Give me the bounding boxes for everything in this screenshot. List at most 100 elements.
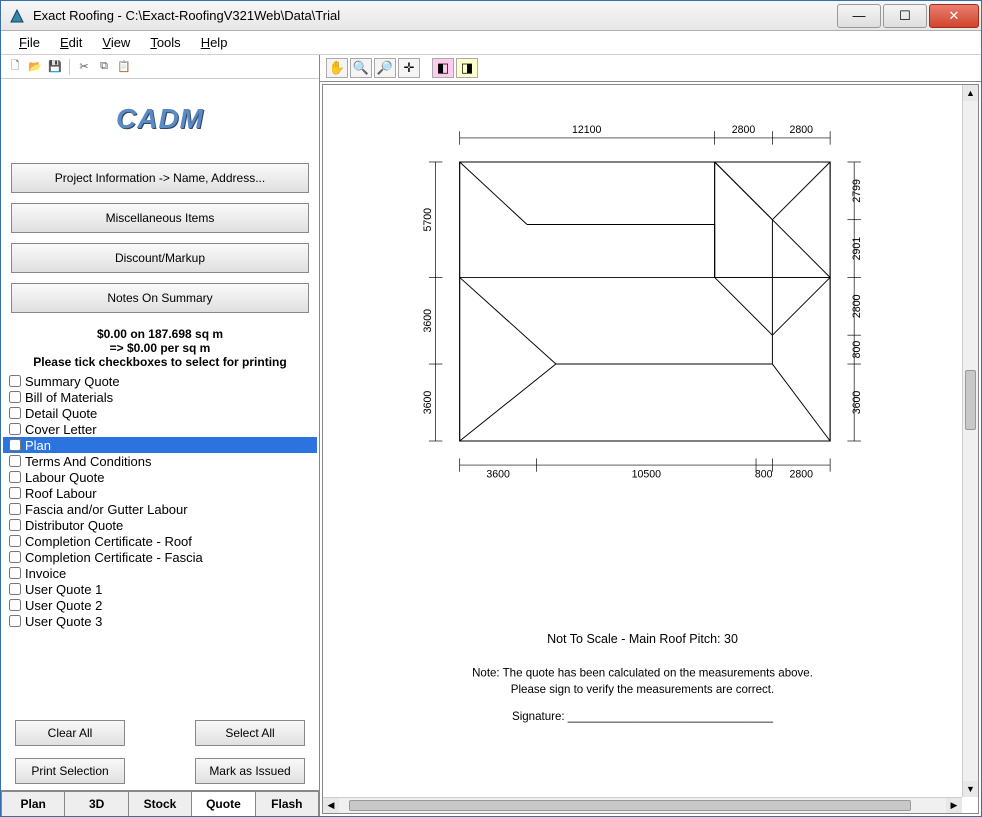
svg-text:2800: 2800 (851, 294, 863, 318)
tab-plan[interactable]: Plan (1, 791, 64, 816)
checklist-checkbox[interactable] (9, 455, 21, 467)
checklist-checkbox[interactable] (9, 551, 21, 563)
checklist-label: Fascia and/or Gutter Labour (25, 502, 188, 517)
checklist-item[interactable]: Detail Quote (3, 405, 317, 421)
checklist-label: User Quote 3 (25, 614, 102, 629)
checklist-label: Completion Certificate - Fascia (25, 550, 203, 565)
checklist-item[interactable]: User Quote 1 (3, 581, 317, 597)
checklist-label: Distributor Quote (25, 518, 123, 533)
checklist-checkbox[interactable] (9, 567, 21, 579)
tab-3d[interactable]: 3D (64, 791, 127, 816)
svg-text:3600: 3600 (422, 391, 434, 415)
checklist-label: Invoice (25, 566, 66, 581)
minimize-button[interactable]: — (837, 4, 881, 28)
crosshair-icon[interactable]: ✛ (398, 58, 420, 78)
zoom-out-icon[interactable]: 🔎 (374, 58, 396, 78)
checklist-item[interactable]: Plan (3, 437, 317, 453)
save-icon[interactable]: 💾 (47, 59, 63, 75)
horizontal-scrollbar[interactable]: ◀ ▶ (323, 797, 962, 813)
checklist-item[interactable]: Completion Certificate - Roof (3, 533, 317, 549)
misc-items-button[interactable]: Miscellaneous Items (11, 203, 309, 233)
checklist-item[interactable]: Invoice (3, 565, 317, 581)
paste-icon[interactable]: 📋 (116, 59, 132, 75)
checklist-item[interactable]: Cover Letter (3, 421, 317, 437)
scroll-left-icon[interactable]: ◀ (323, 798, 339, 813)
scroll-thumb-v[interactable] (965, 370, 976, 430)
new-icon[interactable]: 🗋 (7, 59, 23, 75)
svg-text:2800: 2800 (789, 124, 813, 136)
checklist-item[interactable]: Summary Quote (3, 373, 317, 389)
checklist-item[interactable]: Distributor Quote (3, 517, 317, 533)
checklist-label: Labour Quote (25, 470, 105, 485)
checklist-checkbox[interactable] (9, 471, 21, 483)
svg-text:10500: 10500 (632, 469, 662, 481)
checklist-item[interactable]: User Quote 3 (3, 613, 317, 629)
tool-a-icon[interactable]: ◧ (432, 58, 454, 78)
checklist-checkbox[interactable] (9, 599, 21, 611)
clear-all-button[interactable]: Clear All (15, 720, 125, 746)
print-selection-button[interactable]: Print Selection (15, 758, 125, 784)
checklist-checkbox[interactable] (9, 439, 21, 451)
pan-icon[interactable]: ✋ (326, 58, 348, 78)
checklist-checkbox[interactable] (9, 375, 21, 387)
checklist-item[interactable]: Roof Labour (3, 485, 317, 501)
discount-markup-button[interactable]: Discount/Markup (11, 243, 309, 273)
checklist-checkbox[interactable] (9, 503, 21, 515)
svg-text:Signature: ___________________: Signature: _____________________________… (512, 711, 774, 723)
print-checklist: Summary QuoteBill of MaterialsDetail Quo… (1, 369, 319, 714)
menu-edit[interactable]: Edit (50, 33, 92, 52)
zoom-in-icon[interactable]: 🔍 (350, 58, 372, 78)
svg-text:800: 800 (851, 341, 863, 359)
maximize-button[interactable]: ☐ (883, 4, 927, 28)
checklist-label: Terms And Conditions (25, 454, 151, 469)
svg-text:3600: 3600 (486, 469, 510, 481)
copy-icon[interactable]: ⧉ (96, 59, 112, 75)
scroll-up-icon[interactable]: ▲ (963, 85, 978, 101)
project-info-button[interactable]: Project Information -> Name, Address... (11, 163, 309, 193)
tool-b-icon[interactable]: ◨ (456, 58, 478, 78)
menu-help[interactable]: Help (191, 33, 238, 52)
menu-file[interactable]: File (9, 33, 50, 52)
checklist-item[interactable]: Labour Quote (3, 469, 317, 485)
open-icon[interactable]: 📂 (27, 59, 43, 75)
menu-view[interactable]: View (92, 33, 140, 52)
tab-quote[interactable]: Quote (191, 791, 254, 816)
select-all-button[interactable]: Select All (195, 720, 305, 746)
scroll-right-icon[interactable]: ▶ (946, 798, 962, 813)
checklist-label: Roof Labour (25, 486, 97, 501)
checklist-label: Cover Letter (25, 422, 97, 437)
checklist-item[interactable]: Fascia and/or Gutter Labour (3, 501, 317, 517)
checklist-item[interactable]: Completion Certificate - Fascia (3, 549, 317, 565)
menu-tools[interactable]: Tools (140, 33, 190, 52)
checklist-checkbox[interactable] (9, 407, 21, 419)
checklist-checkbox[interactable] (9, 519, 21, 531)
svg-text:Note: The quote has been calc: Note: The quote has been calculated on t… (472, 668, 813, 680)
scroll-down-icon[interactable]: ▼ (963, 781, 978, 797)
checklist-label: User Quote 1 (25, 582, 102, 597)
cut-icon[interactable]: ✂ (76, 59, 92, 75)
notes-summary-button[interactable]: Notes On Summary (11, 283, 309, 313)
mark-as-issued-button[interactable]: Mark as Issued (195, 758, 305, 784)
scroll-thumb-h[interactable] (349, 800, 911, 811)
svg-text:2800: 2800 (789, 469, 813, 481)
left-pane: 🗋 📂 💾 ✂ ⧉ 📋 CADM Project Information -> … (1, 55, 320, 816)
checklist-checkbox[interactable] (9, 423, 21, 435)
drawing[interactable]: 12100 2800 2800 5700 (323, 85, 962, 797)
tab-stock[interactable]: Stock (128, 791, 191, 816)
checklist-label: Detail Quote (25, 406, 97, 421)
checklist-item[interactable]: Bill of Materials (3, 389, 317, 405)
checklist-checkbox[interactable] (9, 487, 21, 499)
canvas-area: 12100 2800 2800 5700 (322, 84, 979, 814)
vertical-scrollbar[interactable]: ▲ ▼ (962, 85, 978, 797)
checklist-checkbox[interactable] (9, 391, 21, 403)
checklist-checkbox[interactable] (9, 583, 21, 595)
checklist-label: Plan (25, 438, 51, 453)
checklist-item[interactable]: Terms And Conditions (3, 453, 317, 469)
tab-flash[interactable]: Flash (255, 791, 319, 816)
checklist-item[interactable]: User Quote 2 (3, 597, 317, 613)
right-pane: ✋ 🔍 🔎 ✛ ◧ ◨ (320, 55, 981, 816)
checklist-checkbox[interactable] (9, 535, 21, 547)
checklist-label: Completion Certificate - Roof (25, 534, 192, 549)
close-button[interactable]: ✕ (929, 4, 979, 28)
checklist-checkbox[interactable] (9, 615, 21, 627)
